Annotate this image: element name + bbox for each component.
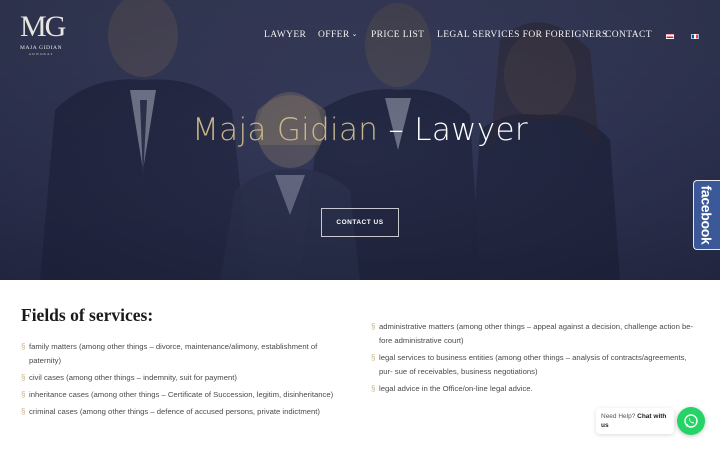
- logo-name: MAJA GIDIAN: [20, 45, 63, 51]
- pl-flag-icon[interactable]: [666, 34, 674, 39]
- list-item: § inheritance cases (among other things –…: [21, 388, 341, 402]
- services-title: Fields of services:: [21, 305, 154, 325]
- main-nav: LAWYER OFFER ⌄ PRICE LIST LEGAL SERVICES …: [0, 30, 720, 44]
- service-text: legal services to business entities (amo…: [379, 353, 687, 376]
- hero-title-rest: – Lawyer: [378, 112, 528, 148]
- whatsapp-button[interactable]: [677, 407, 705, 435]
- nav-item-contact[interactable]: CONTACT: [605, 30, 652, 40]
- list-item: § legal services to business entities (am…: [371, 351, 701, 379]
- service-text: criminal cases (among other things – def…: [29, 407, 320, 416]
- section-sign-icon: §: [371, 322, 376, 331]
- list-item: § family matters (among other things – di…: [21, 340, 341, 368]
- chevron-down-icon: ⌄: [351, 30, 358, 38]
- nav-item-offer[interactable]: OFFER ⌄: [318, 30, 358, 40]
- section-sign-icon: §: [21, 373, 26, 382]
- service-text: legal advice in the Office/on-line legal…: [379, 384, 533, 393]
- hero-title-name: Maja Gidian: [192, 112, 379, 148]
- services-list-left: § family matters (among other things – di…: [21, 340, 341, 422]
- section-sign-icon: §: [371, 353, 376, 362]
- section-sign-icon: §: [371, 384, 376, 393]
- service-text: family matters (among other things – div…: [29, 342, 318, 365]
- whatsapp-icon: [684, 414, 698, 428]
- section-sign-icon: §: [21, 342, 26, 351]
- logo-subtitle: ADWOKAT: [28, 52, 54, 56]
- chat-help-bubble[interactable]: Need Help? Chat with us: [596, 408, 674, 434]
- service-text: administrative matters (among other thin…: [379, 322, 694, 345]
- service-text: inheritance cases (among other things – …: [29, 390, 334, 399]
- nav-item-price-list[interactable]: PRICE LIST: [371, 30, 424, 40]
- list-item: § criminal cases (among other things – de…: [21, 405, 341, 419]
- nav-item-lawyer[interactable]: LAWYER: [264, 30, 306, 40]
- list-item: § civil cases (among other things – indem…: [21, 371, 341, 385]
- hero-title: Maja Gidian – Lawyer: [0, 112, 720, 148]
- facebook-label: facebook: [699, 185, 715, 245]
- section-sign-icon: §: [21, 407, 26, 416]
- fr-flag-icon[interactable]: [691, 34, 699, 39]
- facebook-tab[interactable]: facebook: [693, 180, 720, 250]
- contact-us-button[interactable]: CONTACT US: [321, 208, 399, 237]
- section-sign-icon: §: [21, 390, 26, 399]
- chat-prefix: Need Help?: [601, 413, 636, 420]
- services-list-right: § administrative matters (among other thi…: [371, 320, 701, 399]
- nav-item-legal-services-foreigners[interactable]: LEGAL SERVICES FOR FOREIGNERS: [437, 30, 608, 40]
- list-item: § legal advice in the Office/on-line lega…: [371, 382, 701, 396]
- list-item: § administrative matters (among other thi…: [371, 320, 701, 348]
- nav-item-label: OFFER: [318, 30, 350, 40]
- service-text: civil cases (among other things – indemn…: [29, 373, 237, 382]
